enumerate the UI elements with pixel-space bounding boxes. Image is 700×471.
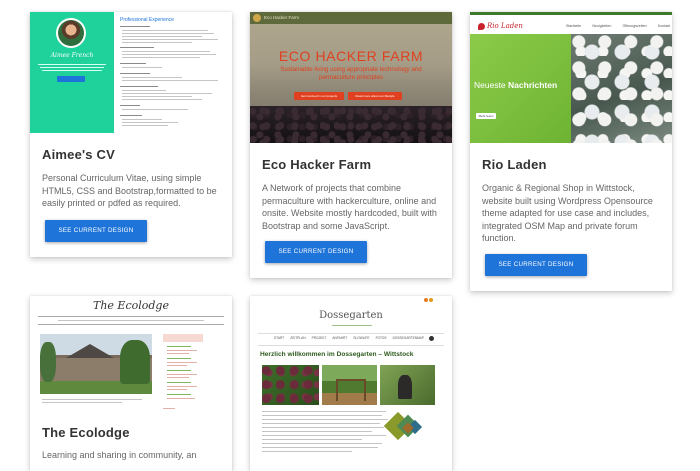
rio-laden-preview[interactable]: Rio Laden Startseite Neuigkeiten Öffnung… [470, 12, 672, 143]
ecolodge-preview[interactable]: The Ecolodge [30, 296, 232, 414]
card-title: The Ecolodge [42, 425, 130, 440]
dosse-nav-item[interactable]: PROJEKT [312, 336, 327, 340]
project-card-rio-laden: Rio Laden Startseite Neuigkeiten Öffnung… [470, 12, 672, 291]
card-description: Organic & Regional Shop in Wittstock, we… [482, 183, 653, 243]
rio-nav-item[interactable]: Startseite [566, 24, 581, 28]
dossegarten-preview[interactable]: Dossegarten START ZEITPLAN PROJEKT ANFAH… [250, 296, 452, 459]
ecolodge-house-image [40, 334, 152, 394]
eco-hacker-farm-preview[interactable]: Eco Hacker Farm ECO HACKER FARM Sustaina… [250, 12, 452, 143]
cv-name: Aimee French [50, 52, 94, 59]
dosse-photo-berries [262, 365, 319, 405]
ecolodge-sidebar-box [163, 334, 203, 342]
rio-hero-title: Neueste Nachrichten [474, 80, 558, 90]
dosse-search-icon[interactable] [429, 336, 434, 341]
rio-nav-item[interactable]: Kontakt [658, 24, 670, 28]
rio-blossom-image [571, 34, 672, 143]
rio-nav-item[interactable]: Neuigkeiten [592, 24, 611, 28]
project-card-the-ecolodge: The Ecolodge The Ecolodge Learning and s… [30, 296, 232, 471]
eco-hero-subtitle: Sustainable living using appropriate tec… [280, 66, 422, 81]
dosse-diamond-logo [383, 411, 424, 446]
see-current-design-button[interactable]: SEE CURRENT DESIGN [485, 254, 587, 276]
card-title: Rio Laden [482, 157, 547, 172]
eco-top-nav: Eco Hacker Farm [250, 12, 452, 24]
dosse-logo: Dossegarten [319, 310, 383, 321]
ecolodge-logo: The Ecolodge [93, 299, 169, 312]
dosse-nav-item[interactable]: ZEITPLAN [290, 336, 305, 340]
rio-logo: Rio Laden [487, 22, 523, 30]
rio-logo-icon [478, 23, 485, 30]
card-description: A Network of projects that combine perma… [262, 183, 437, 231]
eco-hero-title: ECO HACKER FARM [278, 48, 424, 64]
rio-nav-item[interactable]: Öffnungszeiten [623, 24, 647, 28]
see-current-design-button[interactable]: SEE CURRENT DESIGN [265, 241, 367, 263]
see-current-design-button[interactable]: SEE CURRENT DESIGN [45, 220, 147, 242]
eco-get-involved-button[interactable]: Get involved in our projects [294, 92, 344, 100]
rio-nav: Startseite Neuigkeiten Öffnungszeiten Ko… [566, 24, 670, 28]
rio-topbar [470, 12, 672, 15]
rio-read-more-button[interactable]: Mehr lesen [476, 113, 496, 119]
card-title: Eco Hacker Farm [262, 157, 372, 172]
dosse-photo-garden [322, 365, 377, 405]
dosse-nav-item[interactable]: SLOWLIFE [353, 336, 369, 340]
aimees-cv-preview[interactable]: Aimee French Professional Experience [30, 12, 232, 133]
avatar [56, 18, 86, 48]
project-card-dossegarten: Dossegarten START ZEITPLAN PROJEKT ANFAH… [250, 296, 452, 471]
dosse-photo-people [380, 365, 435, 405]
dosse-nav-item[interactable]: FOTOS [376, 336, 387, 340]
cv-heading: Professional Experience [120, 17, 174, 23]
eco-logo-icon [253, 14, 261, 22]
project-card-aimees-cv: Aimee French Professional Experience Aim… [30, 12, 232, 257]
dosse-social-icon [429, 298, 433, 302]
eco-read-more-button[interactable]: Read more about our lifestyle [348, 92, 402, 100]
dosse-nav: START ZEITPLAN PROJEKT ANFAHRT SLOWLIFE … [274, 336, 424, 340]
card-title: Aimee's CV [42, 147, 116, 162]
dosse-nav-item[interactable]: ANFAHRT [332, 336, 347, 340]
card-description: Learning and sharing in community, an [42, 450, 197, 460]
dosse-nav-item[interactable]: START [274, 336, 284, 340]
dosse-nav-item[interactable]: DOSSEGARTENMAP [393, 336, 424, 340]
card-description: Personal Curriculum Vitae, using simple … [42, 173, 217, 208]
eco-nav-label: Eco Hacker Farm [264, 15, 300, 20]
project-card-eco-hacker-farm: Eco Hacker Farm ECO HACKER FARM Sustaina… [250, 12, 452, 278]
dosse-heading: Herzlich willkommen im Dossegarten – Wit… [260, 351, 414, 358]
dosse-social-icon [424, 298, 428, 302]
eco-berries-image [250, 106, 452, 143]
